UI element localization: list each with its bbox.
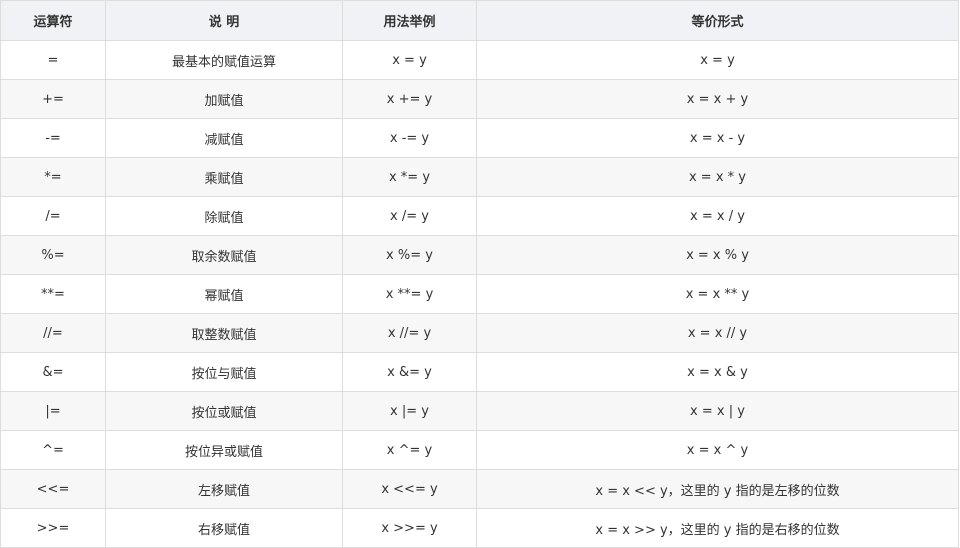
- example-cell: x <<= y: [342, 469, 477, 509]
- equivalent-cell: x = x + y: [476, 79, 959, 119]
- description-cell: 按位或赋值: [105, 391, 343, 431]
- operator-cell: ^=: [0, 430, 106, 470]
- operator-cell: +=: [0, 79, 106, 119]
- table-row: += 加赋值 x += yx = x + y: [0, 79, 959, 119]
- description-cell: 减赋值: [105, 118, 343, 158]
- example-cell: x -= y: [342, 118, 477, 158]
- table-row: |= 按位或赋值 x |= yx = x | y: [0, 391, 959, 431]
- table-row: %= 取余数赋值 x %= yx = x % y: [0, 235, 959, 275]
- example-cell: x |= y: [342, 391, 477, 431]
- equivalent-cell: x = x ** y: [476, 274, 959, 314]
- table-row: **= 幂赋值 x **= yx = x ** y: [0, 274, 959, 314]
- equivalent-cell: x = x >> y，这里的 y 指的是右移的位数: [476, 508, 959, 548]
- equivalent-cell: x = x * y: [476, 157, 959, 197]
- equivalent-cell: x = x & y: [476, 352, 959, 392]
- equivalent-cell: x = x << y，这里的 y 指的是左移的位数: [476, 469, 959, 509]
- header-operator: 运算符: [0, 0, 106, 41]
- example-cell: x = y: [342, 40, 477, 80]
- operator-cell: %=: [0, 235, 106, 275]
- header-example: 用法举例: [342, 0, 477, 41]
- equivalent-cell: x = x % y: [476, 235, 959, 275]
- operator-cell: /=: [0, 196, 106, 236]
- table-row: //= 取整数赋值 x //= yx = x // y: [0, 313, 959, 353]
- description-cell: 按位异或赋值: [105, 430, 343, 470]
- example-cell: x %= y: [342, 235, 477, 275]
- operator-cell: <<=: [0, 469, 106, 509]
- equivalent-cell: x = x / y: [476, 196, 959, 236]
- table-row: *= 乘赋值 x *= yx = x * y: [0, 157, 959, 197]
- example-cell: x >>= y: [342, 508, 477, 548]
- example-cell: x //= y: [342, 313, 477, 353]
- header-description: 说 明: [105, 0, 343, 41]
- operator-cell: -=: [0, 118, 106, 158]
- description-cell: 最基本的赋值运算: [105, 40, 343, 80]
- operator-cell: |=: [0, 391, 106, 431]
- description-cell: 除赋值: [105, 196, 343, 236]
- table-row: &= 按位与赋值 x &= yx = x & y: [0, 352, 959, 392]
- table-row: = 最基本的赋值运算 x = yx = y: [0, 40, 959, 80]
- example-cell: x /= y: [342, 196, 477, 236]
- table-row: <<= 左移赋值 x <<= yx = x << y，这里的 y 指的是左移的位数: [0, 469, 959, 509]
- header-row: 运算符 说 明 用法举例 等价形式: [0, 0, 959, 41]
- description-cell: 取余数赋值: [105, 235, 343, 275]
- operator-cell: =: [0, 40, 106, 80]
- description-cell: 左移赋值: [105, 469, 343, 509]
- operator-cell: &=: [0, 352, 106, 392]
- table-row: ^= 按位异或赋值 x ^= yx = x ^ y: [0, 430, 959, 470]
- operator-cell: **=: [0, 274, 106, 314]
- equivalent-cell: x = x // y: [476, 313, 959, 353]
- equivalent-cell: x = y: [476, 40, 959, 80]
- equivalent-cell: x = x ^ y: [476, 430, 959, 470]
- description-cell: 取整数赋值: [105, 313, 343, 353]
- description-cell: 乘赋值: [105, 157, 343, 197]
- equivalent-cell: x = x - y: [476, 118, 959, 158]
- description-cell: 右移赋值: [105, 508, 343, 548]
- header-equivalent: 等价形式: [476, 0, 959, 41]
- table-row: -= 减赋值 x -= yx = x - y: [0, 118, 959, 158]
- assignment-operators-table: 运算符 说 明 用法举例 等价形式 = 最基本的赋值运算 x = yx = y += 加…: [0, 0, 959, 548]
- description-cell: 幂赋值: [105, 274, 343, 314]
- operator-cell: >>=: [0, 508, 106, 548]
- example-cell: x *= y: [342, 157, 477, 197]
- operator-cell: //=: [0, 313, 106, 353]
- example-cell: x &= y: [342, 352, 477, 392]
- example-cell: x **= y: [342, 274, 477, 314]
- description-cell: 按位与赋值: [105, 352, 343, 392]
- equivalent-cell: x = x | y: [476, 391, 959, 431]
- operator-cell: *=: [0, 157, 106, 197]
- description-cell: 加赋值: [105, 79, 343, 119]
- example-cell: x ^= y: [342, 430, 477, 470]
- table-row: /= 除赋值 x /= yx = x / y: [0, 196, 959, 236]
- example-cell: x += y: [342, 79, 477, 119]
- table-row: >>= 右移赋值 x >>= yx = x >> y，这里的 y 指的是右移的位数: [0, 508, 959, 548]
